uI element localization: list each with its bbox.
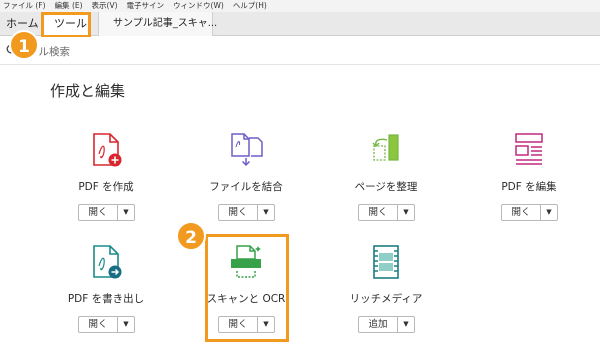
open-button[interactable]: 開く ▼ xyxy=(78,316,135,333)
menu-view[interactable]: 表示(V) xyxy=(92,0,118,12)
open-button-label[interactable]: 開く xyxy=(219,205,258,220)
dropdown-arrow-icon[interactable]: ▼ xyxy=(258,205,274,220)
menu-file[interactable]: ファイル (F) xyxy=(3,0,46,12)
tool-label: PDF を書き出し xyxy=(67,293,145,305)
dropdown-arrow-icon[interactable]: ▼ xyxy=(118,205,134,220)
menu-edit[interactable]: 編集 (E) xyxy=(55,0,83,12)
add-button-label[interactable]: 追加 xyxy=(359,317,398,332)
tool-organize-pages[interactable]: ページを整理 開く ▼ xyxy=(326,132,446,232)
menu-e-sign[interactable]: 電子サイン xyxy=(127,0,165,12)
open-button-label[interactable]: 開く xyxy=(502,205,541,220)
tool-create-pdf[interactable]: PDF を作成 開く ▼ xyxy=(46,132,166,232)
organize-pages-icon xyxy=(372,134,399,161)
open-button-label[interactable]: 開く xyxy=(79,205,118,220)
open-button[interactable]: 開く ▼ xyxy=(78,204,135,221)
tool-search-bar[interactable]: ール検索 xyxy=(0,37,600,65)
combine-files-icon xyxy=(231,133,263,167)
tool-rich-media[interactable]: リッチメディア 追加 ▼ xyxy=(326,244,446,344)
tool-label: PDF を作成 xyxy=(78,181,134,193)
open-button-label[interactable]: 開く xyxy=(359,205,398,220)
tool-combine-files[interactable]: ファイルを結合 開く ▼ xyxy=(186,132,306,232)
menu-window[interactable]: ウィンドウ(W) xyxy=(173,0,224,12)
create-pdf-icon xyxy=(93,133,122,167)
open-button[interactable]: 開く ▼ xyxy=(358,204,415,221)
tool-label: ページを整理 xyxy=(354,181,418,193)
tool-label: PDF を編集 xyxy=(501,181,557,193)
dropdown-arrow-icon[interactable]: ▼ xyxy=(541,205,557,220)
dropdown-arrow-icon[interactable]: ▼ xyxy=(118,317,134,332)
open-button[interactable]: 開く ▼ xyxy=(501,204,558,221)
export-pdf-icon xyxy=(93,245,122,279)
dropdown-arrow-icon[interactable]: ▼ xyxy=(398,205,414,220)
edit-pdf-icon xyxy=(515,133,543,165)
section-title: 作成と編集 xyxy=(50,82,126,100)
open-button[interactable]: 開く ▼ xyxy=(218,204,275,221)
tool-label: リッチメディア xyxy=(349,293,423,305)
step-1-callout: 1 xyxy=(9,30,39,60)
tool-label: ファイルを結合 xyxy=(209,181,283,193)
rich-media-icon xyxy=(373,245,399,279)
tool-edit-pdf[interactable]: PDF を編集 開く ▼ xyxy=(469,132,589,232)
menu-help[interactable]: ヘルプ(H) xyxy=(233,0,267,12)
open-button-label[interactable]: 開く xyxy=(79,317,118,332)
tab-document[interactable]: サンプル記事_スキャ... xyxy=(98,12,217,36)
add-button[interactable]: 追加 ▼ xyxy=(358,316,415,333)
tab-bar: ホーム ツール サンプル記事_スキャ... xyxy=(0,12,600,38)
tab-tools[interactable]: ツール xyxy=(41,12,91,38)
scan-ocr-highlight xyxy=(205,234,289,342)
menu-bar: ファイル (F) 編集 (E) 表示(V) 電子サイン ウィンドウ(W) ヘルプ… xyxy=(0,0,600,12)
dropdown-arrow-icon[interactable]: ▼ xyxy=(398,317,414,332)
tool-export-pdf[interactable]: PDF を書き出し 開く ▼ xyxy=(46,244,166,344)
step-2-callout: 2 xyxy=(176,221,206,251)
